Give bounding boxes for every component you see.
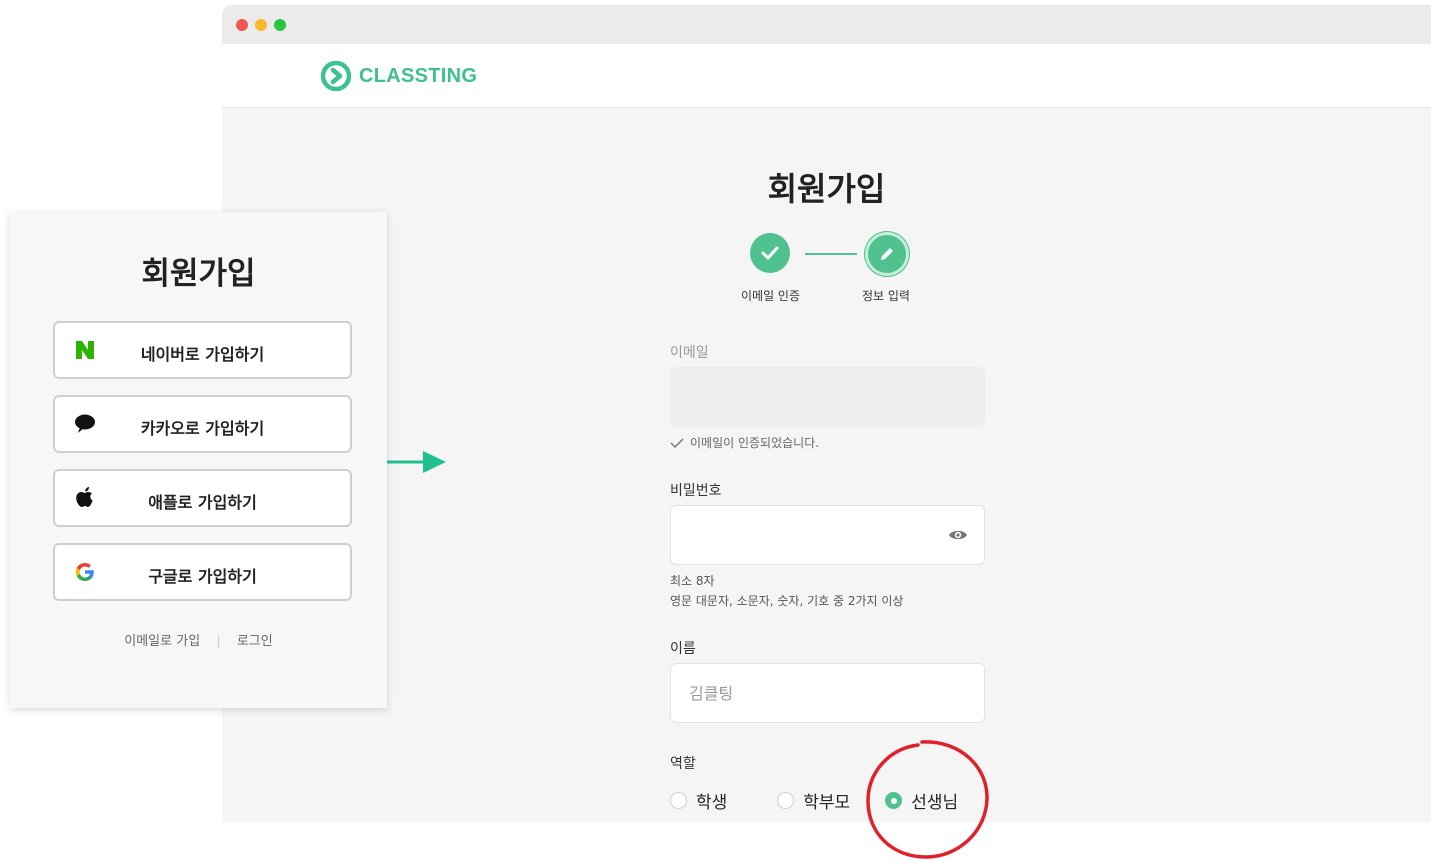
email-signup-link[interactable]: 이메일로 가입	[124, 634, 200, 649]
browser-window: CLASSTING 회원가입 이메일 인증 정보 입력 이메일 이메일이 인증되…	[222, 5, 1431, 822]
role-student-radio[interactable]: 학생	[670, 788, 727, 813]
step-label-email: 이메일 인증	[741, 289, 801, 303]
email-field	[670, 367, 985, 427]
email-label: 이메일	[670, 345, 709, 361]
password-help-rule: 영문 대문자, 소문자, 숫자, 기호 중 2가지 이상	[670, 594, 904, 608]
verified-text: 이메일이 인증되었습니다.	[690, 436, 820, 450]
page-title: 회원가입	[767, 170, 886, 208]
login-link[interactable]: 로그인	[237, 634, 273, 649]
role-label: 역할	[670, 756, 696, 772]
password-input[interactable]	[671, 506, 984, 564]
close-window-button[interactable]	[236, 19, 248, 31]
social-signup-card: 회원가입 네이버로 가입하기 카카오로 가입하기 애플로 가입하기 구글로 가입…	[10, 212, 387, 708]
password-label: 비밀번호	[670, 483, 722, 499]
classting-logo[interactable]: CLASSTING	[319, 59, 477, 93]
apple-signup-button[interactable]: 애플로 가입하기	[53, 469, 352, 527]
email-verified-message: 이메일이 인증되었습니다.	[670, 434, 819, 451]
role-student-label: 학생	[696, 793, 728, 813]
step-email-verified	[750, 233, 790, 273]
annotation-circle	[866, 740, 989, 859]
naver-signup-button[interactable]: 네이버로 가입하기	[53, 321, 352, 379]
google-signup-button[interactable]: 구글로 가입하기	[53, 543, 352, 601]
role-parent-radio[interactable]: 학부모	[777, 788, 850, 813]
check-icon	[670, 437, 684, 448]
password-help-min: 최소 8자	[670, 574, 715, 588]
classting-logo-icon	[320, 60, 352, 92]
naver-signup-label: 네이버로 가입하기	[140, 345, 265, 364]
step-connector	[805, 253, 857, 255]
card-footer-links: 이메일로 가입 | 로그인	[10, 630, 387, 649]
window-titlebar	[222, 5, 1431, 44]
radio-unchecked-icon	[670, 792, 687, 809]
card-title: 회원가입	[141, 256, 256, 292]
maximize-window-button[interactable]	[274, 19, 286, 31]
kakao-signup-label: 카카오로 가입하기	[140, 419, 265, 438]
eye-icon[interactable]	[948, 528, 968, 542]
password-field[interactable]	[670, 505, 985, 565]
name-field[interactable]	[670, 663, 985, 723]
kakao-signup-button[interactable]: 카카오로 가입하기	[53, 395, 352, 453]
step-info-input	[865, 232, 909, 276]
apple-signup-label: 애플로 가입하기	[148, 493, 257, 512]
radio-unchecked-icon	[777, 792, 795, 809]
google-signup-label: 구글로 가입하기	[148, 567, 257, 586]
pencil-icon	[881, 248, 893, 260]
app-header: CLASSTING	[222, 44, 1431, 108]
role-parent-label: 학부모	[803, 793, 851, 813]
step-label-info: 정보 입력	[862, 289, 910, 303]
link-divider: |	[216, 634, 221, 649]
email-input	[671, 368, 984, 426]
check-icon	[761, 246, 779, 260]
name-input[interactable]	[671, 664, 984, 722]
name-label: 이름	[670, 641, 696, 657]
logo-text: CLASSTING	[359, 64, 478, 87]
minimize-window-button[interactable]	[255, 19, 267, 31]
